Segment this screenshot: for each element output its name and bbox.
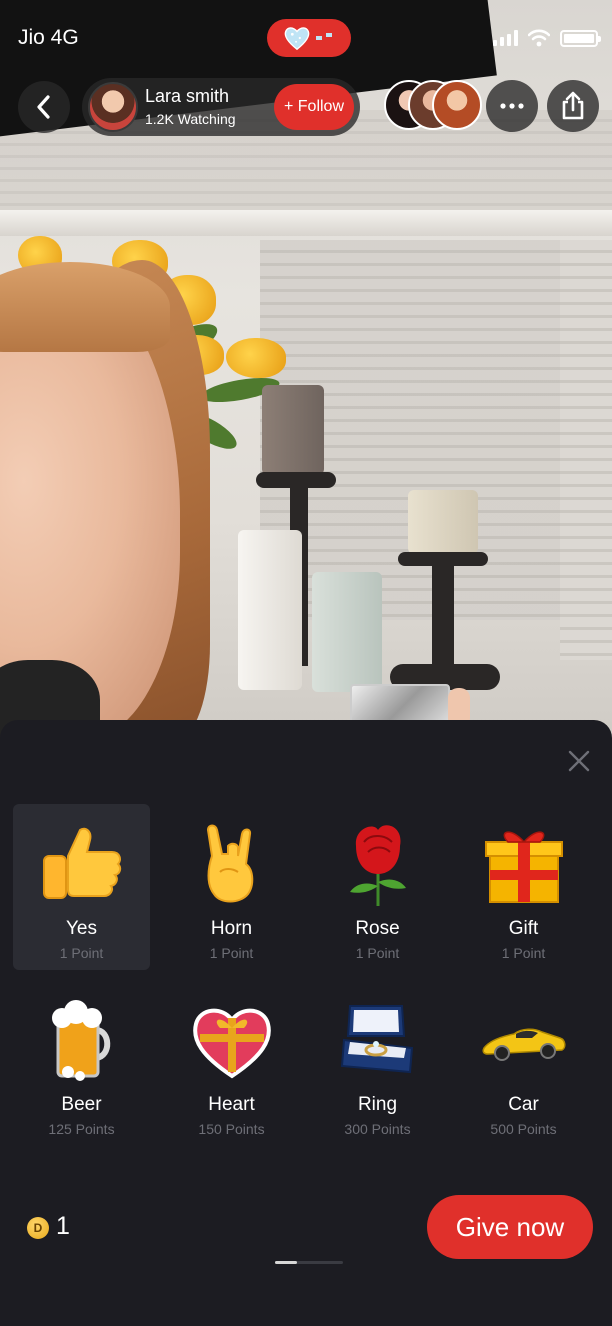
chevron-left-icon (37, 95, 50, 119)
candle (262, 385, 324, 475)
host-name: Lara smith (145, 86, 230, 106)
signal-icon (493, 30, 518, 46)
horns-hand-icon (186, 818, 278, 910)
shelf (0, 210, 612, 236)
battery-icon (560, 29, 601, 47)
candle (312, 572, 382, 692)
gift-box-icon (478, 818, 570, 910)
watching-count: 1.2K Watching (145, 111, 236, 127)
gift-item-rose[interactable]: Rose 1 Point (309, 804, 446, 970)
beer-mug-icon (36, 994, 128, 1086)
gift-points: 1 Point (501, 945, 546, 961)
status-bar: Jio 4G (0, 0, 612, 78)
host-info[interactable]: Lara smith 1.2K Watching + Follow (82, 78, 360, 136)
status-icons (493, 29, 601, 47)
coin-icon: D (27, 1217, 49, 1239)
rose-icon (332, 818, 424, 910)
host-avatar[interactable] (88, 82, 138, 132)
share-icon (562, 91, 584, 120)
give-now-button[interactable]: Give now (427, 1195, 593, 1259)
gift-item-car[interactable]: Car 500 Points (455, 980, 592, 1146)
gift-item-horn[interactable]: Horn 1 Point (163, 804, 300, 970)
sports-car-icon (478, 994, 570, 1086)
candle (238, 530, 302, 690)
share-button[interactable] (547, 80, 599, 132)
gift-name: Heart (208, 1094, 255, 1115)
page-indicator-active (275, 1261, 297, 1264)
gift-name: Ring (357, 1094, 398, 1115)
more-icon (500, 103, 524, 109)
gift-points: 1 Point (209, 945, 254, 961)
gift-name: Yes (66, 918, 97, 939)
candle (408, 490, 478, 554)
coin-balance: 1 (56, 1212, 70, 1240)
gift-points: 300 Points (344, 1121, 411, 1137)
thumbs-up-icon (36, 818, 128, 910)
gift-item-beer[interactable]: Beer 125 Points (13, 980, 150, 1146)
back-button[interactable] (18, 81, 70, 133)
heart-live-icon (284, 27, 310, 51)
ring-box-icon (332, 994, 424, 1086)
gift-points: 1 Point (355, 945, 400, 961)
gift-points: 500 Points (490, 1121, 557, 1137)
viewer-avatars[interactable] (384, 80, 494, 132)
close-button[interactable] (564, 746, 594, 776)
candle-holder (432, 564, 454, 674)
close-icon (568, 750, 590, 772)
follow-button[interactable]: + Follow (274, 84, 354, 130)
gift-name: Beer (61, 1094, 102, 1115)
gift-item-gift[interactable]: Gift 1 Point (455, 804, 592, 970)
gift-item-ring[interactable]: Ring 300 Points (309, 980, 446, 1146)
window-shutter (560, 240, 612, 660)
heart-box-icon (186, 994, 278, 1086)
page-indicator (275, 1261, 343, 1264)
carrier-label: Jio 4G (18, 26, 79, 49)
gift-points: 150 Points (198, 1121, 265, 1137)
gift-points: 1 Point (59, 945, 104, 961)
gift-item-heart[interactable]: Heart 150 Points (163, 980, 300, 1146)
gift-name: Horn (210, 918, 253, 939)
gift-name: Rose (355, 918, 400, 939)
gift-name: Car (508, 1094, 539, 1115)
more-button[interactable] (486, 80, 538, 132)
wifi-icon (528, 29, 550, 47)
live-badge[interactable] (267, 19, 351, 57)
gift-item-yes[interactable]: Yes 1 Point (13, 804, 150, 970)
gift-sheet: Yes 1 Point Horn 1 Point Rose 1 Point Gi… (0, 720, 612, 1326)
viewer-avatar[interactable] (432, 80, 482, 130)
gift-points: 125 Points (48, 1121, 115, 1137)
sparkle-icon (316, 33, 332, 40)
gift-name: Gift (508, 918, 539, 939)
flower (226, 338, 286, 378)
